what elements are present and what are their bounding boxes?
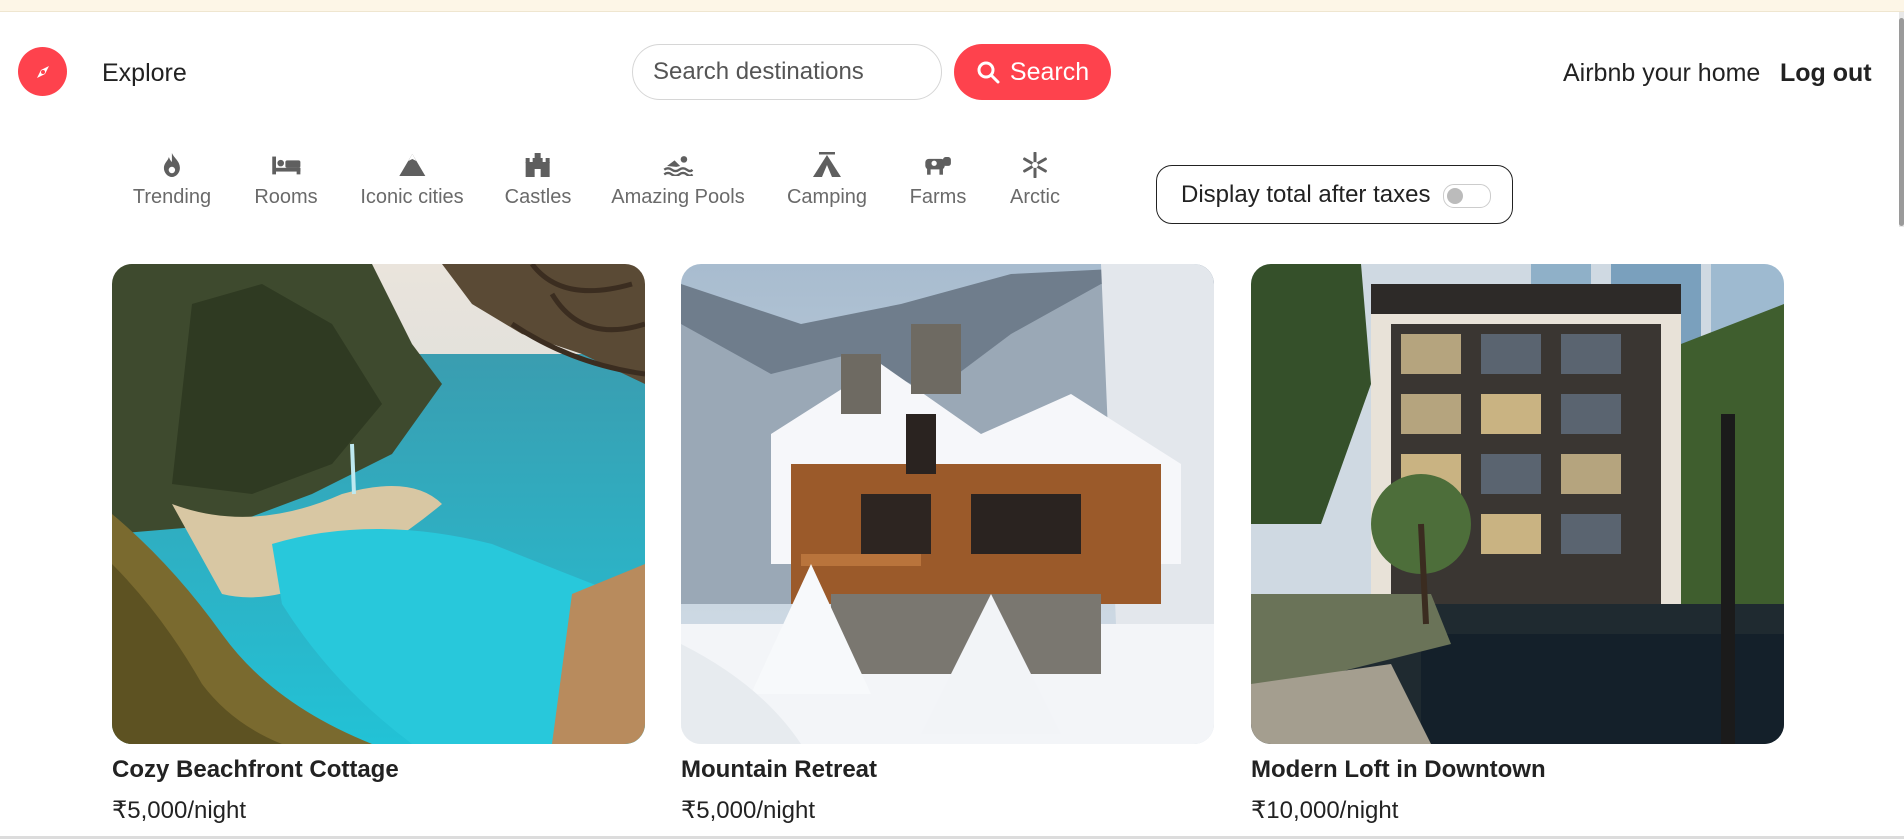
- tent-icon: [812, 150, 842, 180]
- filter-label: Castles: [504, 186, 572, 208]
- filter-label: Trending: [132, 186, 212, 208]
- search-button[interactable]: Search: [954, 44, 1111, 100]
- nav-explore-link[interactable]: Explore: [102, 59, 187, 88]
- search-button-label: Search: [1009, 57, 1090, 86]
- logout-link[interactable]: Log out: [1780, 59, 1872, 88]
- listing-card[interactable]: Cozy Beachfront Cottage ₹5,000/night: [112, 264, 645, 825]
- swimmer-icon: [663, 150, 693, 180]
- tax-toggle-switch[interactable]: [1443, 184, 1491, 208]
- listing-card[interactable]: Mountain Retreat ₹5,000/night: [681, 264, 1214, 825]
- filter-rooms[interactable]: Rooms: [254, 150, 318, 209]
- listing-image-beach[interactable]: [112, 264, 645, 744]
- filter-iconic-cities[interactable]: Iconic cities: [360, 150, 464, 209]
- bed-icon: [271, 150, 301, 180]
- tax-toggle-label: Display total after taxes: [1181, 180, 1431, 208]
- filter-camping[interactable]: Camping: [787, 150, 867, 209]
- listing-price: ₹10,000/night: [1251, 797, 1399, 824]
- filter-trending[interactable]: Trending: [133, 150, 211, 209]
- search-icon: [977, 61, 1000, 84]
- navbar: Explore Search Airbnb your home Log out: [0, 12, 1904, 134]
- filter-label: Amazing Pools: [611, 186, 745, 208]
- filter-label: Iconic cities: [360, 186, 464, 208]
- filter-farms[interactable]: Farms: [909, 150, 967, 209]
- filter-label: Rooms: [254, 186, 318, 208]
- castle-icon: [523, 150, 553, 180]
- filter-label: Arctic: [1010, 186, 1060, 208]
- browser-notification-strip: [0, 0, 1904, 12]
- listing-title[interactable]: Mountain Retreat: [681, 756, 1214, 784]
- listing-card[interactable]: Modern Loft in Downtown ₹10,000/night: [1251, 264, 1784, 825]
- airbnb-your-home-link[interactable]: Airbnb your home: [1563, 59, 1760, 88]
- listing-price: ₹5,000/night: [681, 797, 816, 824]
- mountain-icon: [397, 150, 427, 180]
- listing-title[interactable]: Cozy Beachfront Cottage: [112, 756, 645, 784]
- listing-title[interactable]: Modern Loft in Downtown: [1251, 756, 1784, 784]
- filter-arctic[interactable]: Arctic: [1010, 150, 1060, 209]
- search-input[interactable]: [632, 44, 942, 100]
- listing-image-mountain[interactable]: [681, 264, 1214, 744]
- fire-icon: [157, 150, 187, 180]
- filter-castles[interactable]: Castles: [504, 150, 572, 209]
- tax-toggle[interactable]: Display total after taxes: [1156, 165, 1513, 224]
- filter-amazing-pools[interactable]: Amazing Pools: [611, 150, 745, 209]
- listing-price: ₹5,000/night: [112, 797, 247, 824]
- cow-icon: [923, 150, 953, 180]
- switch-knob: [1447, 188, 1463, 204]
- compass-icon[interactable]: [18, 47, 67, 96]
- filter-bar: Trending Rooms Iconic cities Castles Ama…: [0, 150, 1904, 235]
- filter-label: Camping: [786, 186, 868, 208]
- filter-label: Farms: [909, 186, 967, 208]
- listing-image-loft[interactable]: [1251, 264, 1784, 744]
- snowflake-icon: [1020, 150, 1050, 180]
